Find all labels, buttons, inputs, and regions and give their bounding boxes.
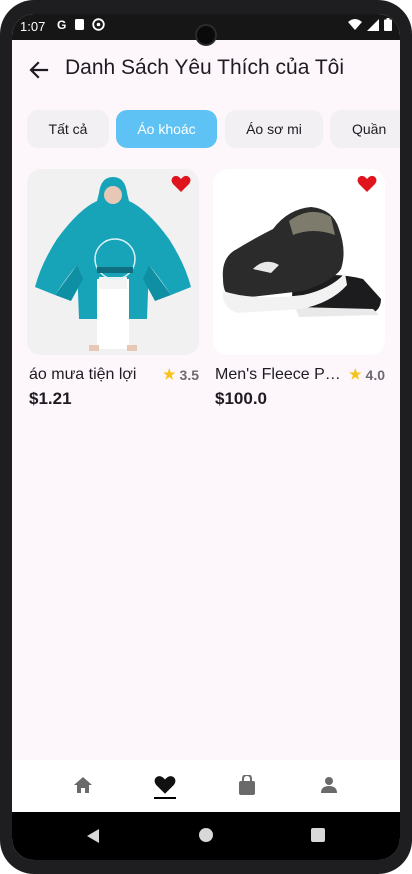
bag-icon[interactable] [234,772,260,798]
product-rating: ★ 3.5 [163,366,199,383]
bottom-navigation [12,760,400,812]
wifi-icon [348,18,362,34]
chip-all[interactable]: Tất cả [27,110,109,148]
heart-icon[interactable] [152,772,178,798]
star-icon: ★ [162,366,176,382]
google-icon: G [57,18,67,32]
chip-pants[interactable]: Quần [330,110,400,148]
app-screen: 1:07 G Danh Sách Yêu Thích của Tôi Tất c… [12,14,400,860]
front-camera [195,24,217,46]
app-header: Danh Sách Yêu Thích của Tôi [12,44,400,96]
chip-shirts[interactable]: Áo sơ mi [225,110,323,148]
active-tab-indicator [154,797,176,799]
rating-value: 3.5 [179,366,199,383]
product-name: áo mưa tiện lợi [29,366,137,383]
storage-icon [74,18,85,34]
signal-icon [367,18,379,34]
page-title: Danh Sách Yêu Thích của Tôi [65,56,345,79]
product-price: $100.0 [215,389,267,408]
back-arrow-icon[interactable] [26,57,52,83]
home-icon[interactable] [70,772,96,798]
product-image-poncho[interactable] [27,169,199,355]
system-back-icon[interactable] [86,828,100,849]
product-rating: ★ 4.0 [349,366,385,383]
product-price: $1.21 [29,389,72,408]
star-icon: ★ [348,366,362,382]
product-name: Men's Fleece Pu... [215,366,343,383]
phone-frame: 1:07 G Danh Sách Yêu Thích của Tôi Tất c… [0,0,412,874]
battery-icon [384,18,392,34]
status-time: 1:07 [20,19,46,34]
favorite-heart-icon[interactable] [357,175,377,193]
system-home-icon[interactable] [199,828,213,847]
favorite-heart-icon[interactable] [171,175,191,193]
system-navigation-bar [12,812,400,860]
person-icon[interactable] [316,772,342,798]
category-chips: Tất cả Áo khoác Áo sơ mi Quần [27,110,400,148]
chip-jackets[interactable]: Áo khoác [116,110,217,148]
system-recents-icon[interactable] [311,828,325,847]
rating-value: 4.0 [365,366,385,383]
product-image-sneakers[interactable] [213,169,385,355]
at-icon [92,18,105,34]
